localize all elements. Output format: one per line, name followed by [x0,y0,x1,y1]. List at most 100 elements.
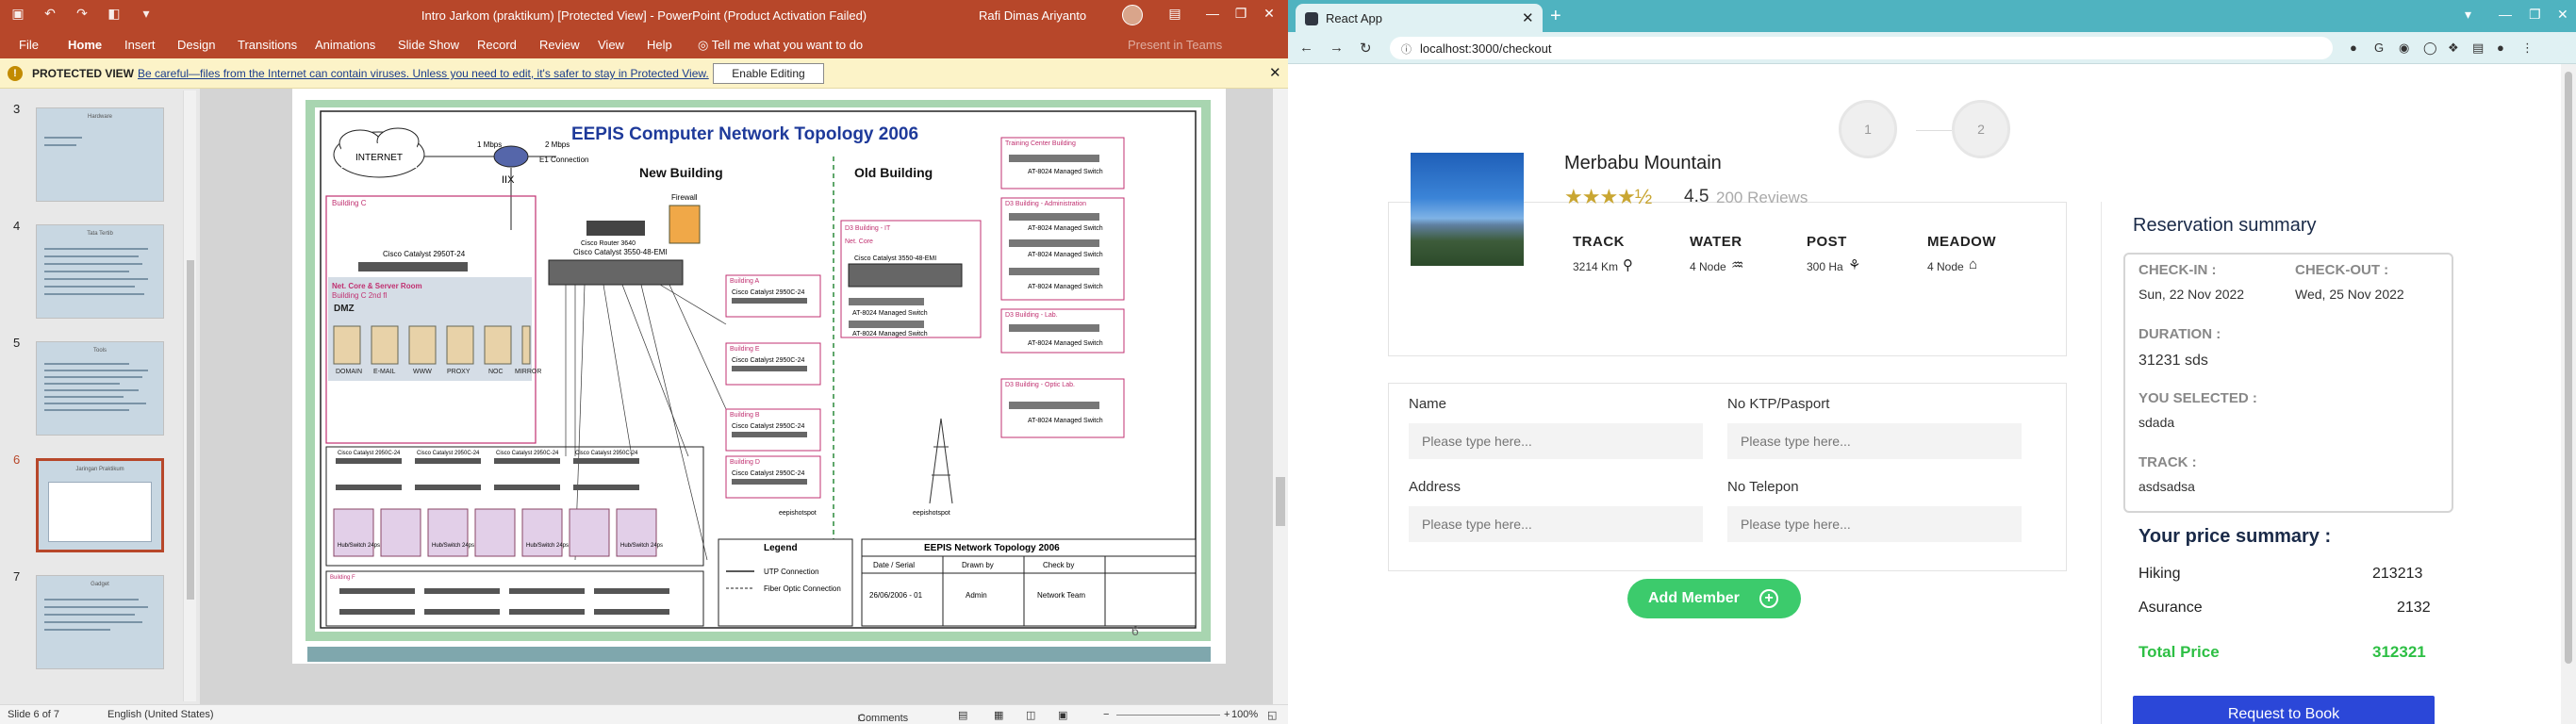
shield-ext-icon[interactable]: ◯ [2423,41,2437,56]
react-favicon-icon [1305,12,1318,25]
ribbon-tabs: File Home Insert Design Transitions Anim… [0,30,1288,58]
tab-home[interactable]: Home [68,38,102,52]
close-tab-icon[interactable]: ✕ [1522,9,1534,26]
server-proxy: PROXY [447,369,471,375]
request-to-book-button[interactable]: Request to Book [2133,696,2435,724]
reading-view-icon[interactable]: ◫ [1026,709,1035,721]
tab-review[interactable]: Review [539,38,580,52]
thumbnail-scrollbar[interactable] [183,90,196,701]
ppt-title-bar: ▣ ↶ ↷ ◧ ▾ Intro Jarkom (praktikum) [Prot… [0,0,1288,30]
slide-thumbnail-6[interactable]: Jaringan Praktikum [36,458,164,552]
reservation-summary-title: Reservation summary [2133,215,2317,236]
slide-canvas[interactable]: EEPIS Computer Network Topology 2006 New… [292,89,1226,664]
user-name[interactable]: Rafi Dimas Ariyanto [979,8,1086,23]
address-input[interactable] [1409,506,1703,542]
val-date: 26/06/2006 - 01 [869,591,923,600]
total-price-value: 312321 [2372,643,2426,661]
slide-thumbnail-5[interactable]: Tools [36,341,164,436]
tab-transitions[interactable]: Transitions [238,38,297,52]
puzzle-icon[interactable]: ❖ [2448,41,2459,56]
tab-design[interactable]: Design [177,38,215,52]
titleblock-title: EEPIS Network Topology 2006 [924,543,1060,553]
forward-icon[interactable]: → [1329,40,1344,56]
editor-scrollbar[interactable] [1273,89,1288,704]
normal-view-icon[interactable]: ▤ [958,709,967,721]
new-tab-icon[interactable]: + [1550,6,1561,27]
phone-input[interactable] [1727,506,2022,542]
tab-record[interactable]: Record [477,38,517,52]
minimize-icon[interactable]: — [2499,7,2512,22]
slideshow-view-icon[interactable]: ▣ [1058,709,1067,721]
tab-help[interactable]: Help [647,38,672,52]
feature-meadow-label: MEADOW [1927,234,1996,250]
checkout-page: 1 2 Merbabu Mountain ★★★★½ 4.5 200 Revie… [1288,64,2561,724]
url-bar[interactable]: ⓘ localhost:3000/checkout [1390,37,2333,59]
tab-view[interactable]: View [598,38,624,52]
building-c-label: Building C [332,199,367,207]
shield-icon: ! [8,66,23,81]
info-icon[interactable]: ⓘ [1401,41,1412,57]
ribbon-display-icon[interactable]: ▤ [1165,6,1184,22]
home-icon: ⌂ [1969,256,1978,272]
status-bar: Slide 6 of 7 English (United States) □ C… [0,704,1288,724]
price-row-label: Hiking [2138,566,2181,582]
close-bar-icon[interactable]: ✕ [1269,64,1281,81]
feature-post-label: POST [1807,234,1847,250]
sorter-view-icon[interactable]: ▦ [994,709,1003,721]
managed-switch-label: AT-8024 Managed Switch [852,310,928,317]
close-icon[interactable]: ✕ [2557,7,2568,23]
profile-badge-icon[interactable]: ● [2350,41,2357,55]
building-e-label: Building E [730,346,760,353]
page-scrollbar[interactable] [2561,64,2576,724]
avatar-icon[interactable]: ● [2497,41,2504,55]
hub-label: Hub/Switch 24ps [338,543,380,549]
minimize-icon[interactable]: — [1203,6,1222,21]
slide-thumbnail-7[interactable]: Gadget [36,575,164,669]
network-topology-diagram: EEPIS Computer Network Topology 2006 New… [292,89,1226,664]
tab-insert[interactable]: Insert [124,38,156,52]
back-icon[interactable]: ← [1299,40,1313,56]
net-core-label: Net. Core [845,239,873,245]
tell-me-text: Tell me what you want to do [711,38,864,52]
step-2: 2 [1952,100,2010,158]
internet-label: INTERNET [355,153,403,163]
zoom-in-icon[interactable]: + [1224,709,1230,720]
avatar[interactable] [1122,5,1143,25]
browser-tab[interactable]: React App ✕ [1296,4,1543,32]
tab-slideshow[interactable]: Slide Show [398,38,459,52]
fit-slide-icon[interactable]: ◱ [1267,709,1277,721]
tell-me-search[interactable]: ◎ Tell me what you want to do [698,38,863,53]
extension-icon[interactable]: ◉ [2399,41,2409,56]
google-icon[interactable]: G [2374,41,2384,55]
iix-label: IIX [502,174,515,186]
ktp-input[interactable] [1727,423,2022,459]
protected-view-message[interactable]: Be careful—files from the Internet can c… [138,67,709,80]
sidepanel-icon[interactable]: ▤ [2472,41,2484,56]
checkin-value: Sun, 22 Nov 2022 [2138,287,2245,302]
tab-search-icon[interactable]: ▾ [2465,7,2471,23]
tab-animations[interactable]: Animations [315,38,375,52]
reload-icon[interactable]: ↻ [1360,40,1372,57]
optic-lab-label: D3 Building - Optic Lab. [1005,382,1075,388]
slide-thumbnail-4[interactable]: Tata Tertib [36,224,164,319]
switch-label: Cisco Catalyst 2950C-24 [732,470,805,477]
zoom-level[interactable]: 100% [1231,709,1258,720]
language[interactable]: English (United States) [107,709,214,720]
address-bar-row: ← → ↻ ⓘ localhost:3000/checkout ● G ◉ ◯ … [1288,32,2576,64]
restore-icon[interactable]: ❐ [1231,6,1250,22]
zoom-slider[interactable] [1116,715,1220,716]
zoom-out-icon[interactable]: − [1103,709,1109,720]
slide-thumbnail-3[interactable]: Hardware [36,107,164,202]
restore-icon[interactable]: ❐ [2529,7,2541,23]
name-input[interactable] [1409,423,1703,459]
hotspot-label: eepishotspot [913,510,950,517]
present-in-teams-button[interactable]: Present in Teams [1128,38,1222,52]
add-member-button[interactable]: Add Member + [1627,579,1801,618]
document-title: Intro Jarkom (praktikum) [Protected View… [421,8,867,23]
close-icon[interactable]: ✕ [1260,6,1279,22]
legend-utp: UTP Connection [764,568,819,576]
total-price-label: Total Price [2138,643,2220,661]
tab-file[interactable]: File [19,38,39,52]
menu-icon[interactable]: ⋮ [2521,41,2534,56]
enable-editing-button[interactable]: Enable Editing [713,63,824,84]
